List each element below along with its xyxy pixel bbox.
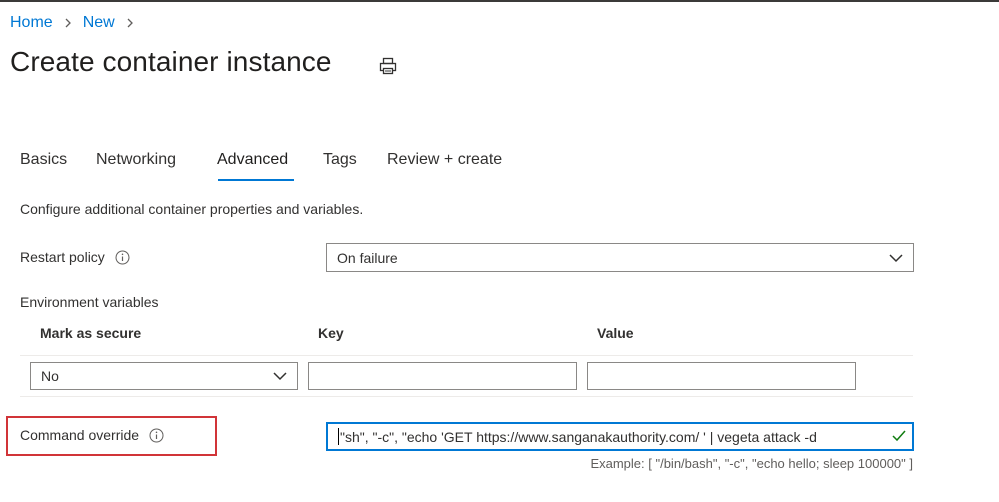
- tab-networking[interactable]: Networking: [96, 151, 176, 169]
- column-value: Value: [597, 325, 634, 341]
- column-mark-as-secure: Mark as secure: [40, 325, 142, 341]
- checkmark-icon: [890, 430, 906, 442]
- breadcrumb: Home New: [10, 14, 145, 32]
- tab-basics[interactable]: Basics: [20, 151, 67, 169]
- table-divider: [20, 355, 913, 356]
- breadcrumb-new-link[interactable]: New: [83, 14, 115, 32]
- page-title: Create container instance: [10, 46, 332, 77]
- section-description: Configure additional container propertie…: [20, 201, 364, 217]
- env-value-input[interactable]: [587, 362, 856, 390]
- chevron-down-icon: [273, 372, 287, 381]
- top-border: [0, 0, 999, 2]
- command-override-input[interactable]: "sh", "-c", "echo 'GET https://www.sanga…: [326, 422, 914, 451]
- mark-as-secure-select[interactable]: No: [30, 362, 298, 390]
- print-icon[interactable]: [378, 56, 398, 76]
- environment-variables-label: Environment variables: [20, 294, 159, 310]
- chevron-right-icon: [127, 18, 133, 28]
- active-tab-indicator: [218, 179, 294, 181]
- restart-policy-label-text: Restart policy: [20, 249, 105, 265]
- tab-review-create[interactable]: Review + create: [387, 151, 502, 169]
- restart-policy-label: Restart policy: [20, 249, 130, 265]
- command-override-example: Example: [ "/bin/bash", "-c", "echo hell…: [590, 456, 913, 471]
- command-override-value: "sh", "-c", "echo 'GET https://www.sanga…: [340, 428, 817, 445]
- env-key-input[interactable]: [308, 362, 577, 390]
- breadcrumb-home-link[interactable]: Home: [10, 14, 53, 32]
- column-key: Key: [318, 325, 344, 341]
- tab-tags[interactable]: Tags: [323, 151, 357, 169]
- chevron-right-icon: [65, 18, 71, 28]
- mark-as-secure-value: No: [41, 368, 59, 384]
- text-cursor: [338, 428, 339, 445]
- info-icon[interactable]: [115, 250, 130, 265]
- restart-policy-value: On failure: [337, 249, 398, 266]
- table-divider: [20, 396, 913, 397]
- tab-advanced[interactable]: Advanced: [217, 151, 288, 169]
- highlight-annotation-box: [6, 416, 217, 456]
- chevron-down-icon: [889, 253, 903, 262]
- restart-policy-select[interactable]: On failure: [326, 243, 914, 272]
